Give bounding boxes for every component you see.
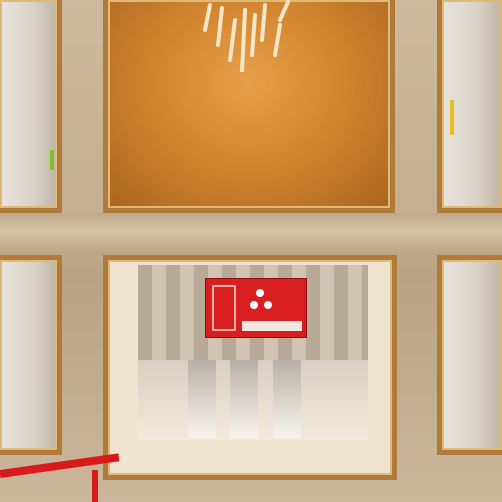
yellow-object xyxy=(450,100,454,135)
pin-icon xyxy=(256,289,264,297)
red-scoreboard xyxy=(205,278,307,338)
window-top-left xyxy=(0,0,62,213)
window-top-right xyxy=(437,0,502,213)
bowling-lane xyxy=(230,360,258,438)
pin-icon xyxy=(264,301,272,309)
score-display xyxy=(242,321,302,331)
window-bottom-right xyxy=(437,255,502,455)
chandelier xyxy=(203,0,290,72)
green-object xyxy=(50,150,54,170)
red-railing-post xyxy=(92,470,98,502)
bowling-lane xyxy=(188,360,216,438)
bowling-room-opening xyxy=(103,255,397,480)
window-bottom-left xyxy=(0,255,62,455)
cage-icon xyxy=(212,285,236,331)
pin-icon xyxy=(250,301,258,309)
horizontal-beam xyxy=(0,213,502,255)
bowling-lane xyxy=(273,360,301,438)
